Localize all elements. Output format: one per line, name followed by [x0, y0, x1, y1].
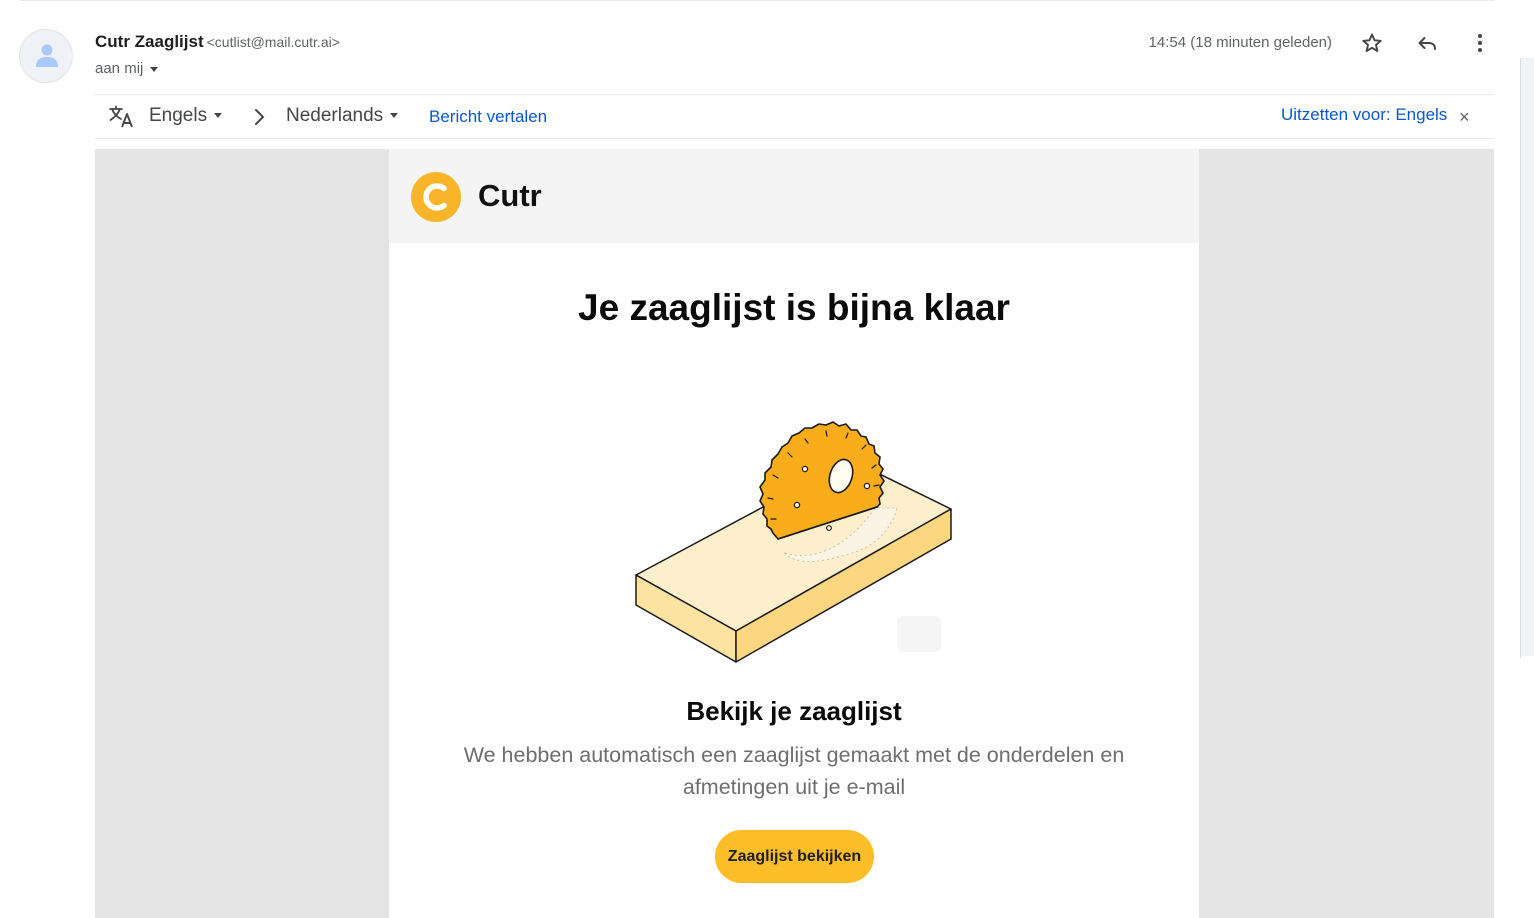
cutr-logo-icon: [411, 172, 461, 222]
header-divider: [20, 0, 1494, 1]
translate-message-link[interactable]: Bericht vertalen: [429, 107, 547, 127]
brand-name: Cutr: [478, 178, 542, 213]
email-card: Cutr Je zaaglijst is bijna klaar Bekijk …: [389, 149, 1199, 918]
sender-email: <cutlist@mail.cutr.ai>: [206, 34, 340, 50]
turn-off-translation-link[interactable]: Uitzetten voor: Engels: [1281, 105, 1447, 125]
view-cutlist-button[interactable]: Zaaglijst bekijken: [715, 830, 874, 883]
source-language-select[interactable]: Engels: [149, 105, 223, 127]
person-icon: [36, 44, 58, 67]
chevron-right-icon: [255, 109, 265, 125]
recipient-toggle[interactable]: aan mij: [95, 60, 159, 77]
email-body-text: We hebben automatisch een zaaglijst gema…: [463, 743, 1125, 799]
translate-bar: Engels Nederlands Bericht vertalen Uitze…: [95, 94, 1494, 139]
email-title: Je zaaglijst is bijna klaar: [578, 287, 1010, 328]
saw-blade-illustration: [635, 421, 952, 663]
source-language-label: Engels: [149, 105, 208, 126]
recipient-label: aan mij: [95, 60, 144, 77]
scrollbar-thumb[interactable]: [1521, 58, 1534, 656]
more-vert-icon[interactable]: [1468, 31, 1492, 55]
target-language-select[interactable]: Nederlands: [286, 105, 399, 127]
sender-line: Cutr Zaaglijst <cutlist@mail.cutr.ai>: [95, 32, 340, 52]
star-icon[interactable]: [1360, 31, 1384, 55]
translate-icon: [109, 105, 133, 128]
caret-down-icon: [214, 113, 223, 119]
sender-name[interactable]: Cutr Zaaglijst: [95, 32, 204, 51]
caret-down-icon: [150, 66, 159, 72]
message-timestamp: 14:54 (18 minuten geleden): [1148, 34, 1332, 51]
reply-icon[interactable]: [1415, 31, 1439, 55]
caret-down-icon: [390, 113, 399, 119]
email-brand-header: Cutr: [389, 149, 1199, 243]
target-language-label: Nederlands: [286, 105, 384, 126]
email-subtitle: Bekijk je zaaglijst: [686, 696, 902, 726]
sender-avatar[interactable]: [19, 29, 73, 83]
close-icon[interactable]: ×: [1459, 107, 1470, 128]
